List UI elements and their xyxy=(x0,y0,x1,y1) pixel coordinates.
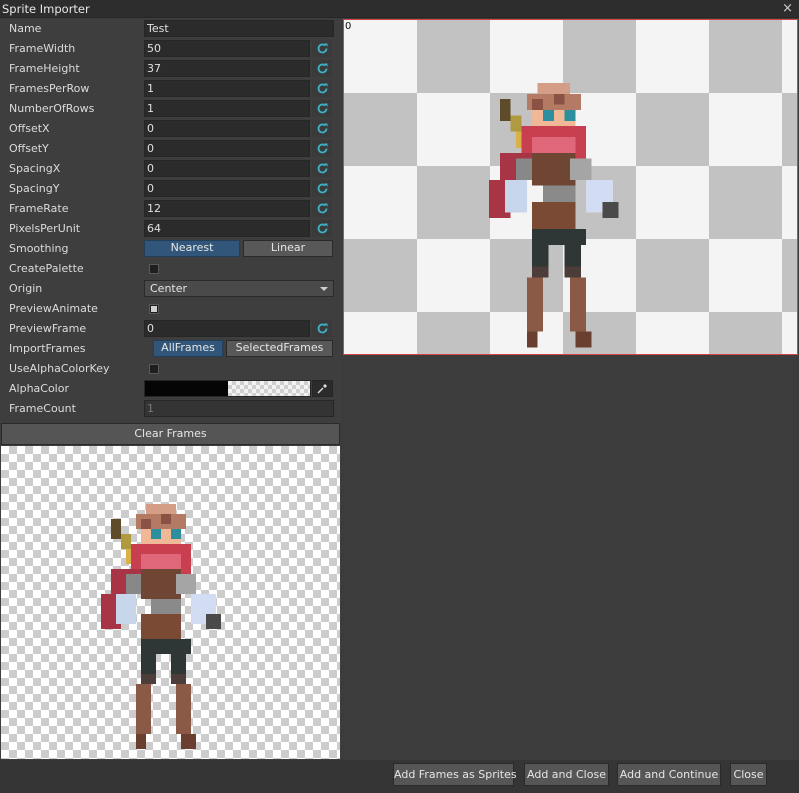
row-alpha-color: AlphaColor xyxy=(0,379,341,399)
spacing-x-label: SpacingX xyxy=(9,162,61,175)
refresh-icon[interactable] xyxy=(312,80,332,97)
row-spacing-x: SpacingX 0 xyxy=(0,159,341,179)
row-import-frames: ImportFrames AllFrames SelectedFrames xyxy=(0,339,341,359)
preview-frame-field[interactable]: 0 xyxy=(144,320,310,337)
preview-frame-label: PreviewFrame xyxy=(9,322,87,335)
spacing-y-field[interactable]: 0 xyxy=(144,180,310,197)
sprite-preview-image xyxy=(489,83,619,348)
add-frames-as-sprites-button[interactable]: Add Frames as Sprites xyxy=(393,763,517,786)
number-of-rows-field[interactable]: 1 xyxy=(144,100,310,117)
title-bar[interactable]: Sprite Importer × xyxy=(0,0,799,18)
row-create-palette: CreatePalette xyxy=(0,259,341,279)
frames-per-row-label: FramesPerRow xyxy=(9,82,90,95)
refresh-icon[interactable] xyxy=(312,220,332,237)
preview-animate-label: PreviewAnimate xyxy=(9,302,98,315)
row-spacing-y: SpacingY 0 xyxy=(0,179,341,199)
frame-rate-label: FrameRate xyxy=(9,202,69,215)
window-title: Sprite Importer xyxy=(2,2,90,16)
selected-frames-button[interactable]: SelectedFrames xyxy=(226,340,333,357)
use-alpha-color-key-checkbox[interactable] xyxy=(149,364,159,374)
frame-count-field: 1 xyxy=(144,400,334,417)
alpha-color-label: AlphaColor xyxy=(9,382,69,395)
row-number-of-rows: NumberOfRows 1 xyxy=(0,99,341,119)
row-frame-rate: FrameRate 12 xyxy=(0,199,341,219)
row-preview-frame: PreviewFrame 0 xyxy=(0,319,341,339)
row-offset-y: OffsetY 0 xyxy=(0,139,341,159)
add-and-close-button[interactable]: Add and Close xyxy=(524,763,609,786)
row-frame-width: FrameWidth 50 xyxy=(0,39,341,59)
smoothing-nearest-button[interactable]: Nearest xyxy=(144,240,240,257)
row-frames-per-row: FramesPerRow 1 xyxy=(0,79,341,99)
use-alpha-color-key-label: UseAlphaColorKey xyxy=(9,362,110,375)
offset-y-field[interactable]: 0 xyxy=(144,140,310,157)
origin-dropdown[interactable]: Center xyxy=(144,280,334,297)
color-alpha-part xyxy=(228,381,310,396)
offset-x-field[interactable]: 0 xyxy=(144,120,310,137)
name-field[interactable]: Test xyxy=(144,20,334,37)
eyedropper-icon[interactable] xyxy=(312,380,333,397)
refresh-icon[interactable] xyxy=(312,120,332,137)
row-frame-count: FrameCount 1 xyxy=(0,399,341,419)
offset-x-label: OffsetX xyxy=(9,122,50,135)
color-opaque-part xyxy=(145,381,228,396)
row-preview-animate: PreviewAnimate xyxy=(0,299,341,319)
row-origin: Origin Center xyxy=(0,279,341,299)
all-frames-button[interactable]: AllFrames xyxy=(153,340,223,357)
create-palette-label: CreatePalette xyxy=(9,262,84,275)
refresh-icon[interactable] xyxy=(312,140,332,157)
smoothing-label: Smoothing xyxy=(9,242,69,255)
preview-animate-checkbox[interactable] xyxy=(149,304,159,314)
preview-frame-index: 0 xyxy=(345,21,352,32)
refresh-icon[interactable] xyxy=(312,160,332,177)
row-smoothing: Smoothing Nearest Linear xyxy=(0,239,341,259)
close-button[interactable]: Close xyxy=(730,763,767,786)
chevron-down-icon xyxy=(320,287,328,291)
refresh-icon[interactable] xyxy=(312,320,332,337)
number-of-rows-label: NumberOfRows xyxy=(9,102,95,115)
frame-thumbnail[interactable] xyxy=(1,446,340,759)
frame-height-field[interactable]: 37 xyxy=(144,60,310,77)
frame-count-label: FrameCount xyxy=(9,402,76,415)
clear-frames-button[interactable]: Clear Frames xyxy=(1,423,340,445)
origin-value: Center xyxy=(150,282,188,295)
spacing-x-field[interactable]: 0 xyxy=(144,160,310,177)
name-label: Name xyxy=(9,22,42,35)
row-name: Name Test xyxy=(0,19,341,39)
pixels-per-unit-label: PixelsPerUnit xyxy=(9,222,81,235)
refresh-icon[interactable] xyxy=(312,200,332,217)
pixels-per-unit-field[interactable]: 64 xyxy=(144,220,310,237)
import-frames-label: ImportFrames xyxy=(9,342,86,355)
frame-rate-field[interactable]: 12 xyxy=(144,200,310,217)
spacing-y-label: SpacingY xyxy=(9,182,60,195)
smoothing-linear-button[interactable]: Linear xyxy=(243,240,333,257)
empty-area xyxy=(342,356,799,759)
refresh-icon[interactable] xyxy=(312,100,332,117)
frame-width-label: FrameWidth xyxy=(9,42,76,55)
alpha-color-swatch[interactable] xyxy=(144,380,311,397)
origin-label: Origin xyxy=(9,282,43,295)
frame-width-field[interactable]: 50 xyxy=(144,40,310,57)
row-use-alpha-color-key: UseAlphaColorKey xyxy=(0,359,341,379)
footer-bar: Add Frames as Sprites Add and Close Add … xyxy=(0,760,799,793)
refresh-icon[interactable] xyxy=(312,40,332,57)
sprite-preview-canvas[interactable]: 0 xyxy=(343,19,798,355)
row-pixels-per-unit: PixelsPerUnit 64 xyxy=(0,219,341,239)
refresh-icon[interactable] xyxy=(312,180,332,197)
row-frame-height: FrameHeight 37 xyxy=(0,59,341,79)
refresh-icon[interactable] xyxy=(312,60,332,77)
sprite-importer-window: Sprite Importer × Name Test FrameWidth 5… xyxy=(0,0,799,793)
add-and-continue-button[interactable]: Add and Continue xyxy=(617,763,721,786)
offset-y-label: OffsetY xyxy=(9,142,49,155)
create-palette-checkbox[interactable] xyxy=(149,264,159,274)
close-icon[interactable]: × xyxy=(782,1,793,16)
frame-height-label: FrameHeight xyxy=(9,62,80,75)
sprite-frame-image xyxy=(101,504,221,749)
row-offset-x: OffsetX 0 xyxy=(0,119,341,139)
frames-per-row-field[interactable]: 1 xyxy=(144,80,310,97)
